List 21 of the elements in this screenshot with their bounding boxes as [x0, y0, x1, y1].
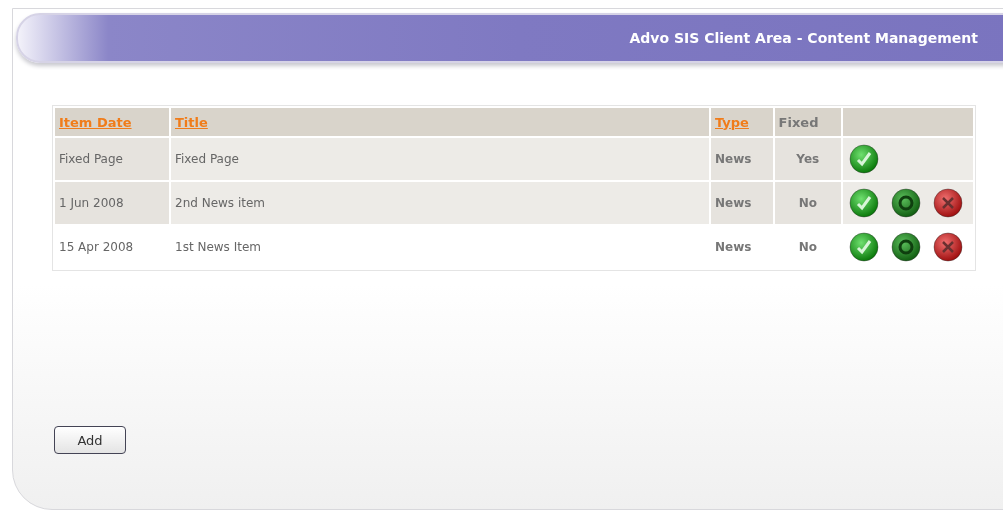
table-cell: 2nd News item — [171, 182, 709, 224]
table-cell: Yes — [774, 138, 841, 180]
table-cell: News — [711, 138, 773, 180]
sort-link[interactable]: Type — [715, 114, 749, 130]
column-label: Fixed — [778, 114, 819, 130]
table-cell: News — [711, 182, 773, 224]
sort-link[interactable]: Title — [175, 114, 208, 130]
add-button[interactable]: Add — [54, 426, 126, 454]
sort-link[interactable]: Item Date — [59, 114, 132, 130]
approve-icon[interactable] — [849, 144, 879, 174]
refresh-icon[interactable] — [891, 232, 921, 262]
table-cell: 1 Jun 2008 — [55, 182, 169, 224]
page-title: Advo SIS Client Area - Content Management — [629, 30, 978, 46]
delete-icon[interactable] — [933, 188, 963, 218]
approve-icon[interactable] — [849, 232, 879, 262]
table-cell: No — [774, 182, 841, 224]
delete-icon[interactable] — [933, 232, 963, 262]
refresh-icon[interactable] — [891, 188, 921, 218]
table-cell: Fixed Page — [171, 138, 709, 180]
approve-icon[interactable] — [849, 188, 879, 218]
table-cell: Fixed Page — [55, 138, 169, 180]
